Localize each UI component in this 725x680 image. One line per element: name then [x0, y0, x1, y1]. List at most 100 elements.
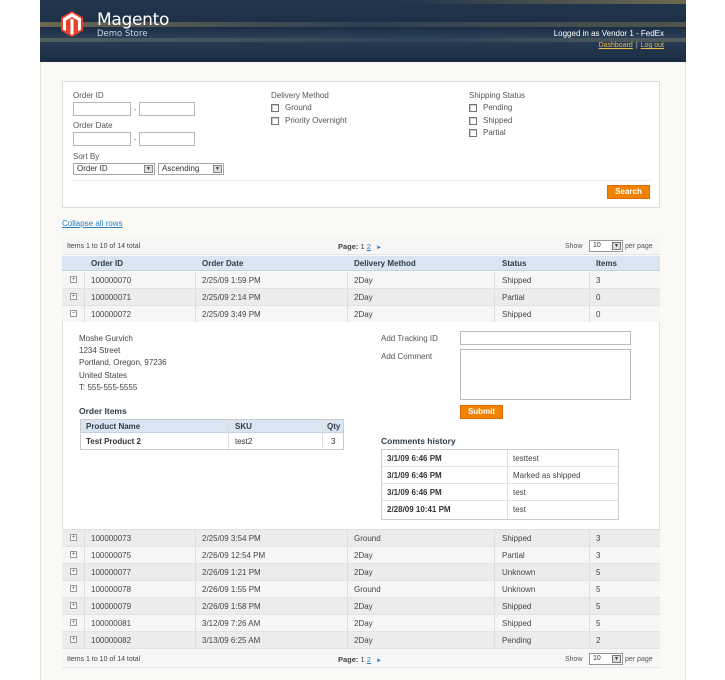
delivery-method: Ground — [354, 585, 381, 594]
order-date: 3/13/09 6:25 AM — [202, 636, 261, 645]
order-date: 2/26/09 1:21 PM — [202, 568, 261, 577]
order-row[interactable]: +100000082 3/13/09 6:25 AM 2Day Pending 2 — [62, 632, 660, 649]
order-row[interactable]: +100000078 2/26/09 1:55 PM Ground Unknown 5 — [62, 581, 660, 598]
comment-row: 3/1/09 6:46 PM Marked as shipped — [382, 467, 618, 484]
items-count: 5 — [596, 585, 601, 594]
chevron-down-icon: ▼ — [612, 655, 621, 663]
order-row[interactable]: +100000070 2/25/09 1:59 PM 2Day Shipped 3 — [62, 272, 660, 289]
expand-row-icon[interactable]: + — [70, 568, 77, 575]
delivery-method: 2Day — [354, 310, 373, 319]
comment-textarea[interactable] — [460, 349, 631, 400]
order-row[interactable]: +100000073 2/25/09 3:54 PM Ground Shipped 3 — [62, 530, 660, 547]
status-pending-checkbox[interactable]: Pending — [469, 103, 512, 112]
address-line: United States — [79, 370, 128, 380]
order-row[interactable]: +100000071 2/25/09 2:14 PM 2Day Partial 0 — [62, 289, 660, 306]
expand-row-icon[interactable]: + — [70, 602, 77, 609]
column-divider — [195, 598, 196, 614]
magento-logo-icon[interactable] — [61, 11, 83, 37]
checkbox-icon[interactable] — [469, 116, 477, 125]
checkbox-icon[interactable] — [469, 103, 477, 112]
dashboard-link[interactable]: Dashboard — [599, 42, 633, 49]
column-header-delivery-method[interactable]: Delivery Method — [354, 259, 416, 268]
checkbox-icon[interactable] — [271, 116, 279, 125]
sort-field-select[interactable]: Order ID ▼ — [73, 163, 155, 175]
address-line: Moshe Gurvich — [79, 334, 133, 343]
delivery-method-label: Delivery Method — [271, 91, 329, 100]
order-row[interactable]: +100000077 2/26/09 1:21 PM 2Day Unknown 5 — [62, 564, 660, 581]
expand-row-icon[interactable]: + — [70, 534, 77, 541]
delivery-ground-checkbox[interactable]: Ground — [271, 103, 312, 112]
checkbox-label: Priority Overnight — [285, 116, 347, 125]
submit-button[interactable]: Submit — [460, 405, 503, 419]
column-divider — [494, 632, 495, 648]
per-page-select[interactable]: 10 ▼ — [589, 240, 623, 252]
column-divider — [589, 306, 590, 322]
status: Shipped — [502, 276, 532, 285]
brand-name[interactable]: Magento — [97, 10, 169, 30]
expand-row-icon[interactable]: + — [70, 636, 77, 643]
column-header-order-date[interactable]: Order Date — [202, 259, 243, 268]
column-divider — [347, 615, 348, 631]
expand-row-icon[interactable]: + — [70, 551, 77, 558]
column-header-qty: Qty — [327, 422, 341, 431]
checkbox-icon[interactable] — [469, 128, 477, 137]
order-id-from-input[interactable] — [73, 102, 131, 116]
page-2-link[interactable]: 2 — [367, 655, 371, 664]
pagination: Page: 1 2 ► — [338, 655, 382, 664]
column-divider — [347, 306, 348, 322]
checkbox-label: Shipped — [483, 116, 513, 125]
column-divider — [84, 632, 85, 648]
column-divider — [589, 598, 590, 614]
column-divider — [84, 598, 85, 614]
expand-row-icon[interactable]: + — [70, 619, 77, 626]
collapse-all-rows-link[interactable]: Collapse all rows — [62, 219, 122, 228]
checkbox-label: Pending — [483, 103, 513, 112]
next-page-icon[interactable]: ► — [376, 658, 382, 664]
status: Unknown — [502, 585, 536, 594]
product-sku: test2 — [235, 437, 253, 446]
per-page-value: 10 — [593, 242, 601, 249]
expand-row-icon[interactable]: + — [70, 585, 77, 592]
column-divider — [589, 581, 590, 597]
order-id-to-input[interactable] — [139, 102, 195, 116]
column-divider — [195, 564, 196, 580]
column-divider — [347, 581, 348, 597]
next-page-icon[interactable]: ► — [376, 245, 382, 251]
page-2-link[interactable]: 2 — [367, 242, 371, 251]
order-date-to-input[interactable] — [139, 132, 195, 146]
per-page-select[interactable]: 10 ▼ — [589, 653, 623, 665]
collapse-row-icon[interactable]: − — [70, 310, 77, 317]
expand-row-icon[interactable]: + — [70, 276, 77, 283]
column-divider — [494, 615, 495, 631]
items-count: 0 — [596, 293, 601, 302]
status: Partial — [502, 551, 525, 560]
chevron-down-icon: ▼ — [213, 165, 222, 173]
address-line: T: 555-555-5555 — [79, 382, 138, 392]
delivery-priority-overnight-checkbox[interactable]: Priority Overnight — [271, 116, 347, 125]
search-button[interactable]: Search — [607, 185, 650, 199]
column-header-items[interactable]: Items — [596, 259, 617, 268]
column-divider — [347, 289, 348, 305]
order-id-label: Order ID — [73, 91, 104, 100]
order-date-from-input[interactable] — [73, 132, 131, 146]
checkbox-icon[interactable] — [271, 103, 279, 112]
order-row[interactable]: +100000075 2/26/09 12:54 PM 2Day Partial 3 — [62, 547, 660, 564]
status-partial-checkbox[interactable]: Partial — [469, 128, 506, 137]
column-header-order-id[interactable]: Order ID — [91, 259, 123, 268]
order-date: 2/25/09 2:14 PM — [202, 293, 261, 302]
order-row[interactable]: − 100000072 2/25/09 3:49 PM 2Day Shipped 0 — [62, 306, 660, 323]
order-items-table: Product Name SKU Qty Test Product 2 test… — [80, 419, 344, 450]
order-row[interactable]: +100000079 2/26/09 1:58 PM 2Day Shipped 5 — [62, 598, 660, 615]
column-divider — [494, 306, 495, 322]
tracking-id-input[interactable] — [460, 331, 631, 345]
logged-in-text: Logged in as Vendor 1 - FedEx — [553, 29, 664, 38]
expand-row-icon[interactable]: + — [70, 293, 77, 300]
status-shipped-checkbox[interactable]: Shipped — [469, 116, 512, 125]
order-row[interactable]: +100000081 3/12/09 7:26 AM 2Day Shipped 5 — [62, 615, 660, 632]
column-divider — [494, 289, 495, 305]
column-header-status[interactable]: Status — [502, 259, 526, 268]
sort-direction-select[interactable]: Ascending ▼ — [158, 163, 224, 175]
chevron-down-icon: ▼ — [612, 242, 621, 250]
delivery-method: 2Day — [354, 276, 373, 285]
logout-link[interactable]: Log out — [641, 42, 664, 49]
